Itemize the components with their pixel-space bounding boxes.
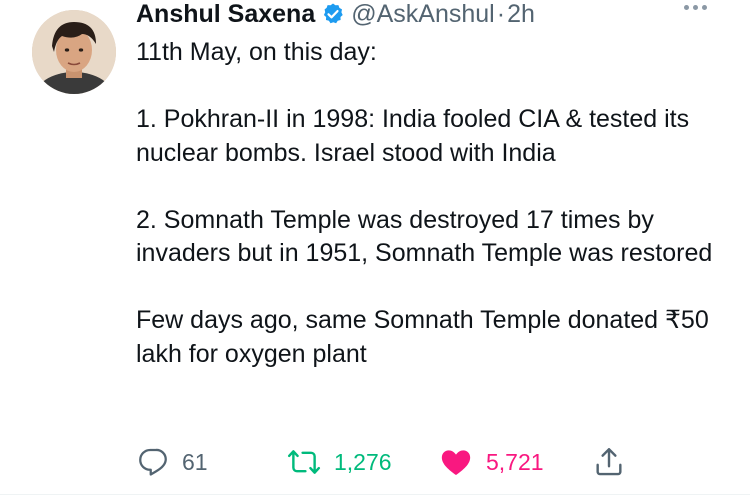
share-upload-icon [596, 448, 622, 476]
tweet-paragraph: Few days ago, same Somnath Temple donate… [136, 306, 716, 368]
more-dots-icon[interactable] [684, 5, 707, 10]
tweet-paragraph: 11th May, on this day: [136, 38, 377, 66]
tweet-paragraph: 2. Somnath Temple was destroyed 17 times… [136, 205, 713, 268]
share-button[interactable] [592, 444, 626, 480]
avatar[interactable] [32, 10, 116, 94]
header-separator: · [496, 0, 506, 28]
reply-button[interactable]: 61 [136, 444, 208, 480]
tweet-card[interactable]: Anshul Saxena @AskAnshul · 2h 11th May, … [0, 0, 750, 500]
reply-count: 61 [182, 448, 208, 475]
tweet-actions: 61 1,276 5,721 [136, 444, 736, 480]
avatar-photo [32, 10, 116, 94]
author-handle[interactable]: @AskAnshul [351, 0, 495, 29]
like-button[interactable]: 5,721 [438, 444, 544, 480]
like-count: 5,721 [486, 448, 544, 475]
retweet-count: 1,276 [334, 448, 392, 475]
tweet-timestamp[interactable]: 2h [507, 0, 535, 29]
heart-icon [441, 450, 471, 476]
reply-bubble-icon [139, 448, 167, 476]
tweet-paragraph: 1. Pokhran-II in 1998: India fooled CIA … [136, 105, 697, 167]
retweet-arrows-icon [287, 450, 321, 474]
tweet-divider [0, 494, 750, 495]
author-name[interactable]: Anshul Saxena [136, 0, 315, 29]
verified-badge-icon [321, 2, 345, 26]
tweet-header: Anshul Saxena @AskAnshul · 2h [136, 0, 535, 28]
tweet-text: 11th May, on this day: 1. Pokhran-II in … [136, 36, 736, 371]
retweet-button[interactable]: 1,276 [286, 444, 392, 480]
